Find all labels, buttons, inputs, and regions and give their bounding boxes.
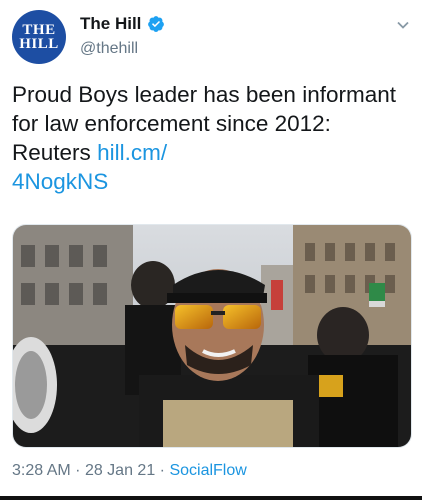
tweet-photo[interactable] <box>12 224 412 448</box>
avatar-text-line2: HILL <box>19 36 59 52</box>
verified-badge-icon <box>148 16 165 32</box>
tweet-meta: 3:28 AM · 28 Jan 21 · SocialFlow <box>12 462 247 480</box>
meta-separator-2: · <box>159 462 165 479</box>
tweet-time[interactable]: 3:28 AM <box>12 462 71 479</box>
tweet-date[interactable]: 28 Jan 21 <box>85 462 155 479</box>
photo-illustration <box>13 225 411 447</box>
chevron-down-icon[interactable] <box>396 18 410 32</box>
tweet-header: THE HILL The Hill @thehill <box>12 10 412 66</box>
avatar[interactable]: THE HILL <box>12 10 66 64</box>
meta-separator: · <box>75 462 81 479</box>
tweet-source[interactable]: SocialFlow <box>169 462 246 479</box>
name-row: The Hill <box>80 14 165 34</box>
account-handle[interactable]: @thehill <box>80 40 138 58</box>
avatar-text-line1: THE <box>22 22 56 38</box>
tweet-text: Proud Boys leader has been informant for… <box>12 80 410 196</box>
bottom-divider <box>0 496 422 500</box>
tweet-body: Proud Boys leader has been informant for… <box>12 82 396 165</box>
account-name[interactable]: The Hill <box>80 14 141 34</box>
